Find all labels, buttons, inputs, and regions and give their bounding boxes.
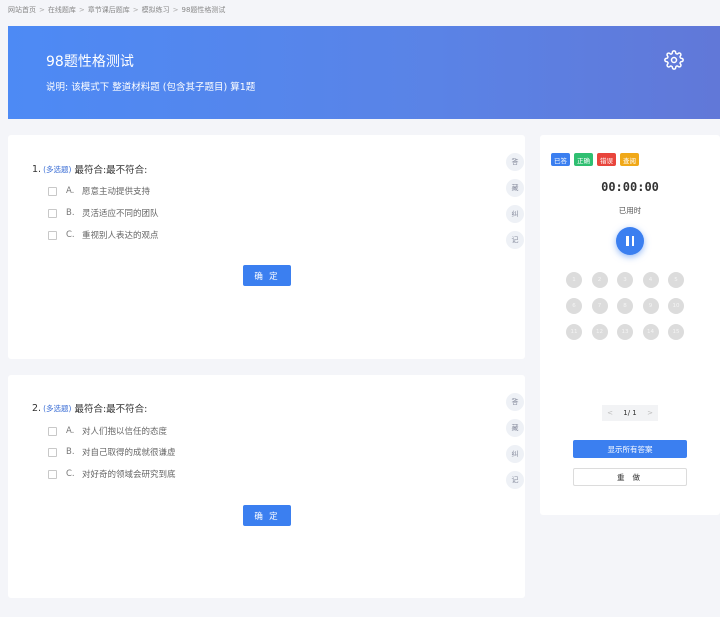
next-page-button[interactable]: > — [642, 405, 658, 421]
pagination: < 1/ 1 > — [602, 405, 658, 421]
show-all-answers-button[interactable]: 显示所有答案 — [573, 440, 687, 458]
option-letter: B. — [66, 447, 75, 457]
breadcrumb-separator: > — [132, 6, 139, 14]
prev-page-button[interactable]: < — [602, 405, 618, 421]
question-number-cell[interactable]: 13 — [617, 324, 633, 340]
mode-description: 说明: 该模式下 整道材料题 (包含其子题目) 算1题 — [46, 82, 256, 93]
option-checkbox[interactable] — [48, 230, 57, 240]
question-number: 2. — [32, 402, 42, 414]
breadcrumb: 网站首页 > 在线题库 > 章节课后题库 > 模拟练习 > 98题性格测试 — [8, 4, 225, 16]
option-letter: B. — [66, 208, 75, 218]
timer-label: 已用时 — [618, 206, 642, 215]
question-type-tag: (多选题) — [43, 164, 72, 174]
option-text: 对人们抱以信任的态度 — [82, 427, 168, 437]
option-checkbox[interactable] — [48, 469, 57, 479]
question-card: 2. (多选题) 最符合:最不符合: A. 对人们抱以信任的态度 B. 对自己取… — [8, 375, 525, 598]
question-number-cell[interactable]: 1 — [566, 272, 582, 288]
question-number-cell[interactable]: 4 — [642, 272, 659, 288]
legend-reviewed: 查阅 — [620, 153, 639, 166]
report-error-tool-button[interactable]: 纠 — [506, 445, 524, 463]
status-legend: 已答 正确 错误 查阅 — [551, 153, 639, 166]
option-c[interactable]: C. 重视别人表达的观点 — [48, 229, 159, 241]
question-number-cell[interactable]: 5 — [668, 272, 684, 288]
breadcrumb-chapter-bank[interactable]: 章节课后题库 — [88, 5, 130, 15]
option-b[interactable]: B. 灵活适应不同的团队 — [48, 207, 159, 219]
question-number-cell[interactable]: 3 — [617, 272, 633, 288]
question-number-cell[interactable]: 14 — [642, 324, 659, 340]
answer-tool-button[interactable]: 答 — [506, 153, 524, 171]
pause-button[interactable] — [616, 227, 644, 255]
question-side-tools: 答 藏 纠 记 — [506, 393, 524, 489]
option-letter: C. — [66, 469, 75, 479]
option-c[interactable]: C. 对好奇的领域会研究到底 — [48, 468, 176, 480]
question-card: 1. (多选题) 最符合:最不符合: A. 愿意主动提供支持 B. 灵活适应不同… — [8, 135, 525, 359]
option-text: 对好奇的领域会研究到底 — [82, 470, 176, 480]
legend-correct: 正确 — [574, 153, 593, 166]
pause-icon — [626, 236, 629, 246]
favorite-tool-button[interactable]: 藏 — [506, 179, 524, 197]
question-number: 1. — [32, 163, 42, 175]
breadcrumb-separator: > — [39, 6, 45, 14]
answer-tool-button[interactable]: 答 — [506, 393, 524, 411]
question-stem: 2. (多选题) 最符合:最不符合: — [32, 401, 148, 416]
option-letter: A. — [66, 186, 75, 196]
option-text: 重视别人表达的观点 — [82, 231, 159, 241]
question-type-tag: (多选题) — [43, 403, 72, 413]
option-b[interactable]: B. 对自己取得的成就很谦虚 — [48, 446, 176, 458]
breadcrumb-practice[interactable]: 模拟练习 — [142, 5, 170, 15]
breadcrumb-current: 98题性格测试 — [181, 6, 226, 14]
answer-sheet-panel: 已答 正确 错误 查阅 00:00:00 已用时 1 2 3 4 5 6 7 8… — [540, 135, 720, 515]
note-tool-button[interactable]: 记 — [506, 231, 524, 249]
question-side-tools: 答 藏 纠 记 — [506, 153, 524, 249]
redo-button[interactable]: 重 做 — [573, 468, 687, 486]
question-number-cell[interactable]: 6 — [566, 298, 582, 314]
question-number-cell[interactable]: 15 — [668, 324, 684, 340]
confirm-button[interactable]: 确 定 — [243, 505, 291, 526]
option-a[interactable]: A. 对人们抱以信任的态度 — [48, 425, 167, 437]
option-checkbox[interactable] — [48, 186, 57, 196]
option-letter: A. — [66, 426, 75, 436]
exam-banner: 98题性格测试 说明: 该模式下 整道材料题 (包含其子题目) 算1题 — [8, 26, 720, 119]
option-text: 对自己取得的成就很谦虚 — [82, 448, 176, 458]
question-text: 最符合:最不符合: — [74, 165, 148, 176]
option-checkbox[interactable] — [48, 208, 57, 218]
question-number-cell[interactable]: 11 — [566, 324, 582, 340]
question-number-cell[interactable]: 10 — [668, 298, 684, 314]
option-text: 灵活适应不同的团队 — [82, 209, 159, 219]
page-indicator: 1/ 1 — [618, 405, 642, 421]
option-letter: C. — [66, 230, 75, 240]
option-text: 愿意主动提供支持 — [82, 187, 151, 197]
report-error-tool-button[interactable]: 纠 — [506, 205, 524, 223]
favorite-tool-button[interactable]: 藏 — [506, 419, 524, 437]
question-number-cell[interactable]: 9 — [642, 298, 659, 314]
question-number-grid: 1 2 3 4 5 6 7 8 9 10 11 12 13 14 15 — [566, 272, 684, 340]
breadcrumb-home[interactable]: 网站首页 — [8, 5, 36, 15]
confirm-button[interactable]: 确 定 — [243, 265, 291, 286]
legend-answered: 已答 — [551, 153, 570, 166]
option-a[interactable]: A. 愿意主动提供支持 — [48, 185, 150, 197]
option-checkbox[interactable] — [48, 447, 57, 457]
option-checkbox[interactable] — [48, 426, 57, 436]
question-number-cell[interactable]: 12 — [591, 324, 608, 340]
note-tool-button[interactable]: 记 — [506, 471, 524, 489]
question-number-cell[interactable]: 7 — [591, 298, 608, 314]
page-title: 98题性格测试 — [46, 54, 134, 70]
question-number-cell[interactable]: 8 — [617, 298, 633, 314]
question-number-cell[interactable]: 2 — [591, 272, 608, 288]
question-stem: 1. (多选题) 最符合:最不符合: — [32, 162, 148, 177]
gear-icon[interactable] — [664, 50, 684, 70]
breadcrumb-separator: > — [172, 6, 179, 14]
question-text: 最符合:最不符合: — [74, 404, 148, 415]
breadcrumb-question-bank[interactable]: 在线题库 — [48, 5, 76, 15]
legend-wrong: 错误 — [597, 153, 616, 166]
breadcrumb-separator: > — [78, 6, 85, 14]
elapsed-timer: 00:00:00 — [601, 180, 659, 194]
